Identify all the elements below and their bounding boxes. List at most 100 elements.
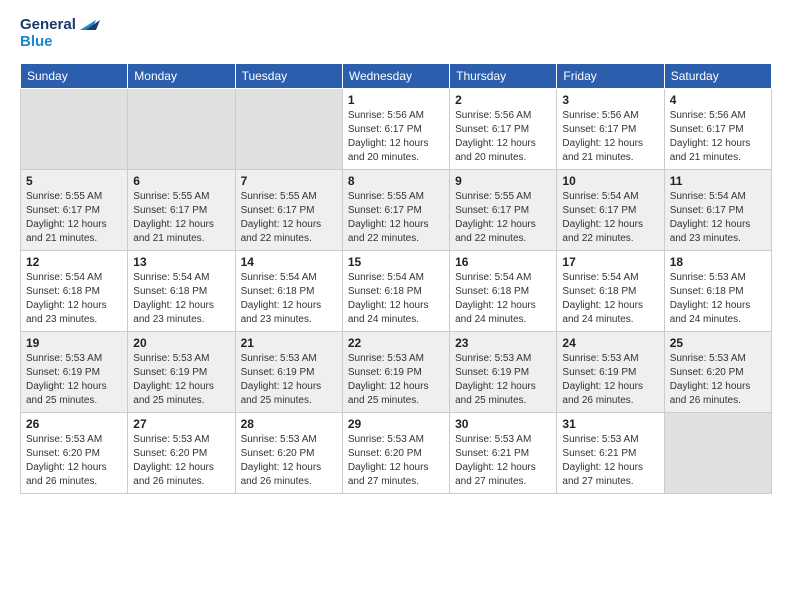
day-number: 28 xyxy=(241,417,337,431)
calendar-week-row: 19 Sunrise: 5:53 AM Sunset: 6:19 PM Dayli… xyxy=(21,331,772,412)
calendar-cell: 8 Sunrise: 5:55 AM Sunset: 6:17 PM Daylig… xyxy=(342,169,449,250)
day-info: Sunrise: 5:53 AM Sunset: 6:21 PM Dayligh… xyxy=(562,433,658,489)
day-number: 7 xyxy=(241,174,337,188)
day-number: 29 xyxy=(348,417,444,431)
calendar-week-row: 12Sunrise: 5:54 AM Sunset: 6:18 PM Dayli… xyxy=(21,250,772,331)
day-number: 15 xyxy=(348,255,444,269)
calendar-cell: 25Sunrise: 5:53 AM Sunset: 6:20 PM Dayli… xyxy=(664,331,771,412)
day-info: Sunrise: 5:54 AM Sunset: 6:18 PM Dayligh… xyxy=(455,271,551,327)
calendar-table: SundayMondayTuesdayWednesdayThursdayFrid… xyxy=(20,63,772,494)
weekday-header: Monday xyxy=(128,63,235,88)
day-info: Sunrise: 5:54 AM Sunset: 6:18 PM Dayligh… xyxy=(562,271,658,327)
calendar-cell: 12Sunrise: 5:54 AM Sunset: 6:18 PM Dayli… xyxy=(21,250,128,331)
calendar-week-row: 1 Sunrise: 5:56 AM Sunset: 6:17 PM Daylig… xyxy=(21,88,772,169)
weekday-header: Friday xyxy=(557,63,664,88)
day-number: 8 xyxy=(348,174,444,188)
day-number: 6 xyxy=(133,174,229,188)
calendar-cell: 29 Sunrise: 5:53 AM Sunset: 6:20 PM Dayli… xyxy=(342,412,449,493)
day-info: Sunrise: 5:53 AM Sunset: 6:19 PM Dayligh… xyxy=(562,352,658,408)
day-number: 31 xyxy=(562,417,658,431)
day-info: Sunrise: 5:53 AM Sunset: 6:20 PM Dayligh… xyxy=(26,433,122,489)
day-number: 24 xyxy=(562,336,658,350)
calendar-cell: 27 Sunrise: 5:53 AM Sunset: 6:20 PM Dayli… xyxy=(128,412,235,493)
day-number: 9 xyxy=(455,174,551,188)
calendar-cell xyxy=(128,88,235,169)
day-info: Sunrise: 5:54 AM Sunset: 6:18 PM Dayligh… xyxy=(133,271,229,327)
day-number: 10 xyxy=(562,174,658,188)
weekday-header-row: SundayMondayTuesdayWednesdayThursdayFrid… xyxy=(21,63,772,88)
day-info: Sunrise: 5:53 AM Sunset: 6:20 PM Dayligh… xyxy=(348,433,444,489)
day-number: 5 xyxy=(26,174,122,188)
day-info: Sunrise: 5:53 AM Sunset: 6:18 PM Dayligh… xyxy=(670,271,766,327)
day-info: Sunrise: 5:53 AM Sunset: 6:19 PM Dayligh… xyxy=(133,352,229,408)
calendar-cell: 31 Sunrise: 5:53 AM Sunset: 6:21 PM Dayli… xyxy=(557,412,664,493)
day-info: Sunrise: 5:55 AM Sunset: 6:17 PM Dayligh… xyxy=(26,190,122,246)
calendar-cell: 17 Sunrise: 5:54 AM Sunset: 6:18 PM Dayli… xyxy=(557,250,664,331)
calendar-cell: 9Sunrise: 5:55 AM Sunset: 6:17 PM Daylig… xyxy=(450,169,557,250)
calendar-cell: 20 Sunrise: 5:53 AM Sunset: 6:19 PM Dayli… xyxy=(128,331,235,412)
day-info: Sunrise: 5:53 AM Sunset: 6:20 PM Dayligh… xyxy=(241,433,337,489)
day-info: Sunrise: 5:53 AM Sunset: 6:19 PM Dayligh… xyxy=(348,352,444,408)
calendar-cell: 13Sunrise: 5:54 AM Sunset: 6:18 PM Dayli… xyxy=(128,250,235,331)
weekday-header: Wednesday xyxy=(342,63,449,88)
day-info: Sunrise: 5:56 AM Sunset: 6:17 PM Dayligh… xyxy=(670,109,766,165)
day-number: 18 xyxy=(670,255,766,269)
logo-arrow-icon xyxy=(78,16,100,34)
logo: General Blue xyxy=(20,16,100,51)
day-info: Sunrise: 5:56 AM Sunset: 6:17 PM Dayligh… xyxy=(562,109,658,165)
day-number: 4 xyxy=(670,93,766,107)
day-info: Sunrise: 5:55 AM Sunset: 6:17 PM Dayligh… xyxy=(348,190,444,246)
page-header: General Blue xyxy=(20,16,772,51)
calendar-cell: 6 Sunrise: 5:55 AM Sunset: 6:17 PM Daylig… xyxy=(128,169,235,250)
day-number: 22 xyxy=(348,336,444,350)
calendar-cell: 21 Sunrise: 5:53 AM Sunset: 6:19 PM Dayli… xyxy=(235,331,342,412)
day-number: 1 xyxy=(348,93,444,107)
calendar-cell xyxy=(664,412,771,493)
day-info: Sunrise: 5:56 AM Sunset: 6:17 PM Dayligh… xyxy=(348,109,444,165)
weekday-header: Saturday xyxy=(664,63,771,88)
day-number: 26 xyxy=(26,417,122,431)
day-info: Sunrise: 5:53 AM Sunset: 6:20 PM Dayligh… xyxy=(133,433,229,489)
calendar-cell: 2 Sunrise: 5:56 AM Sunset: 6:17 PM Daylig… xyxy=(450,88,557,169)
calendar-cell: 18 Sunrise: 5:53 AM Sunset: 6:18 PM Dayli… xyxy=(664,250,771,331)
day-number: 11 xyxy=(670,174,766,188)
day-info: Sunrise: 5:56 AM Sunset: 6:17 PM Dayligh… xyxy=(455,109,551,165)
calendar-cell: 11Sunrise: 5:54 AM Sunset: 6:17 PM Dayli… xyxy=(664,169,771,250)
day-number: 27 xyxy=(133,417,229,431)
day-number: 20 xyxy=(133,336,229,350)
day-number: 16 xyxy=(455,255,551,269)
day-info: Sunrise: 5:55 AM Sunset: 6:17 PM Dayligh… xyxy=(133,190,229,246)
calendar-cell: 4 Sunrise: 5:56 AM Sunset: 6:17 PM Daylig… xyxy=(664,88,771,169)
calendar-cell: 7 Sunrise: 5:55 AM Sunset: 6:17 PM Daylig… xyxy=(235,169,342,250)
day-info: Sunrise: 5:54 AM Sunset: 6:18 PM Dayligh… xyxy=(348,271,444,327)
calendar-week-row: 26 Sunrise: 5:53 AM Sunset: 6:20 PM Dayli… xyxy=(21,412,772,493)
calendar-cell: 23 Sunrise: 5:53 AM Sunset: 6:19 PM Dayli… xyxy=(450,331,557,412)
calendar-cell: 22 Sunrise: 5:53 AM Sunset: 6:19 PM Dayli… xyxy=(342,331,449,412)
day-number: 14 xyxy=(241,255,337,269)
weekday-header: Thursday xyxy=(450,63,557,88)
day-number: 23 xyxy=(455,336,551,350)
calendar-cell: 3Sunrise: 5:56 AM Sunset: 6:17 PM Daylig… xyxy=(557,88,664,169)
calendar-cell: 15 Sunrise: 5:54 AM Sunset: 6:18 PM Dayli… xyxy=(342,250,449,331)
calendar-cell: 14Sunrise: 5:54 AM Sunset: 6:18 PM Dayli… xyxy=(235,250,342,331)
day-number: 30 xyxy=(455,417,551,431)
day-number: 19 xyxy=(26,336,122,350)
calendar-cell: 1 Sunrise: 5:56 AM Sunset: 6:17 PM Daylig… xyxy=(342,88,449,169)
calendar-cell: 16 Sunrise: 5:54 AM Sunset: 6:18 PM Dayli… xyxy=(450,250,557,331)
calendar-cell: 24 Sunrise: 5:53 AM Sunset: 6:19 PM Dayli… xyxy=(557,331,664,412)
day-number: 2 xyxy=(455,93,551,107)
day-info: Sunrise: 5:53 AM Sunset: 6:19 PM Dayligh… xyxy=(455,352,551,408)
calendar-cell xyxy=(21,88,128,169)
logo-general: General xyxy=(20,17,76,34)
day-number: 21 xyxy=(241,336,337,350)
day-info: Sunrise: 5:53 AM Sunset: 6:20 PM Dayligh… xyxy=(670,352,766,408)
calendar-cell: 19Sunrise: 5:53 AM Sunset: 6:19 PM Dayli… xyxy=(21,331,128,412)
weekday-header: Tuesday xyxy=(235,63,342,88)
day-info: Sunrise: 5:53 AM Sunset: 6:19 PM Dayligh… xyxy=(241,352,337,408)
day-info: Sunrise: 5:55 AM Sunset: 6:17 PM Dayligh… xyxy=(241,190,337,246)
calendar-cell: 10 Sunrise: 5:54 AM Sunset: 6:17 PM Dayli… xyxy=(557,169,664,250)
calendar-cell: 26 Sunrise: 5:53 AM Sunset: 6:20 PM Dayli… xyxy=(21,412,128,493)
day-info: Sunrise: 5:53 AM Sunset: 6:21 PM Dayligh… xyxy=(455,433,551,489)
day-info: Sunrise: 5:54 AM Sunset: 6:17 PM Dayligh… xyxy=(562,190,658,246)
day-number: 17 xyxy=(562,255,658,269)
